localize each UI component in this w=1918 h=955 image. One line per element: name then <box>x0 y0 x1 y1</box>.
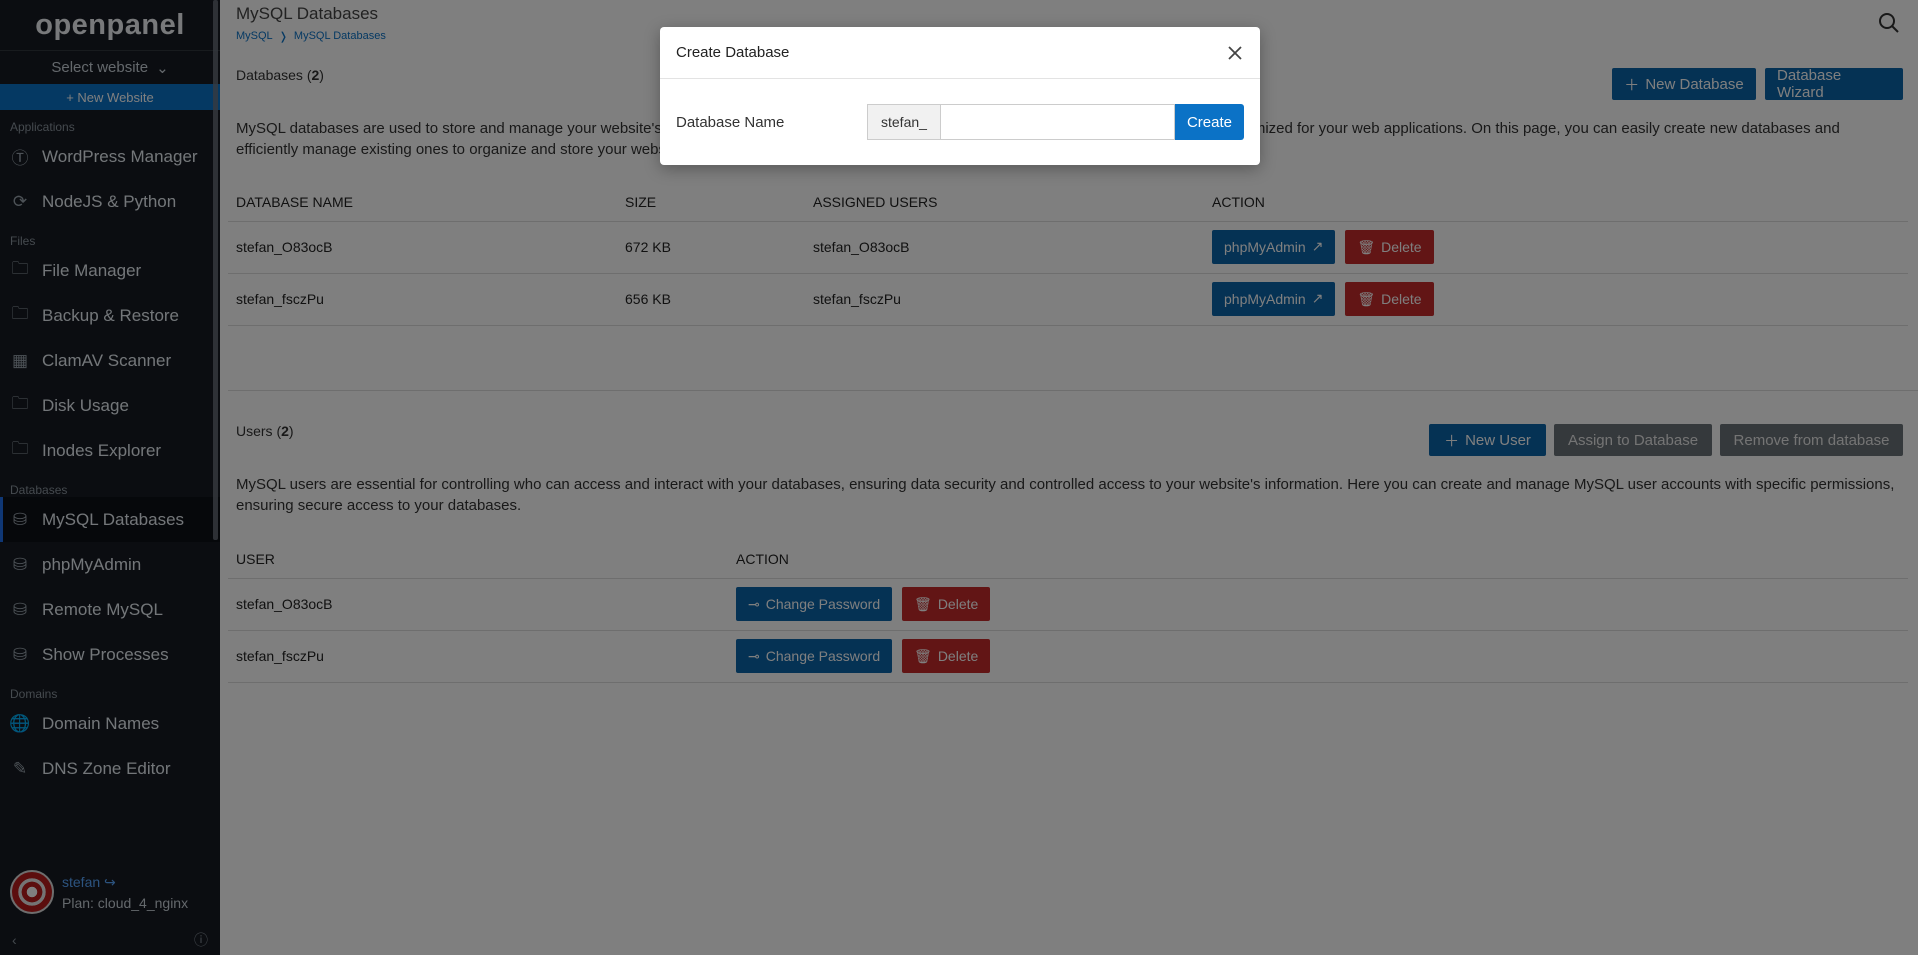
database-name-input-group: stefan_ Create <box>866 104 1244 140</box>
database-prefix: stefan_ <box>866 104 941 140</box>
modal-body: Database Name stefan_ Create <box>660 79 1260 165</box>
modal-header: Create Database <box>660 27 1260 79</box>
database-name-label: Database Name <box>676 113 785 131</box>
database-name-input[interactable] <box>940 104 1175 140</box>
create-button[interactable]: Create <box>1174 104 1244 140</box>
modal-title: Create Database <box>676 44 790 61</box>
create-database-modal: Create Database Database Name stefan_ Cr… <box>660 27 1260 165</box>
close-icon[interactable] <box>1226 44 1244 62</box>
